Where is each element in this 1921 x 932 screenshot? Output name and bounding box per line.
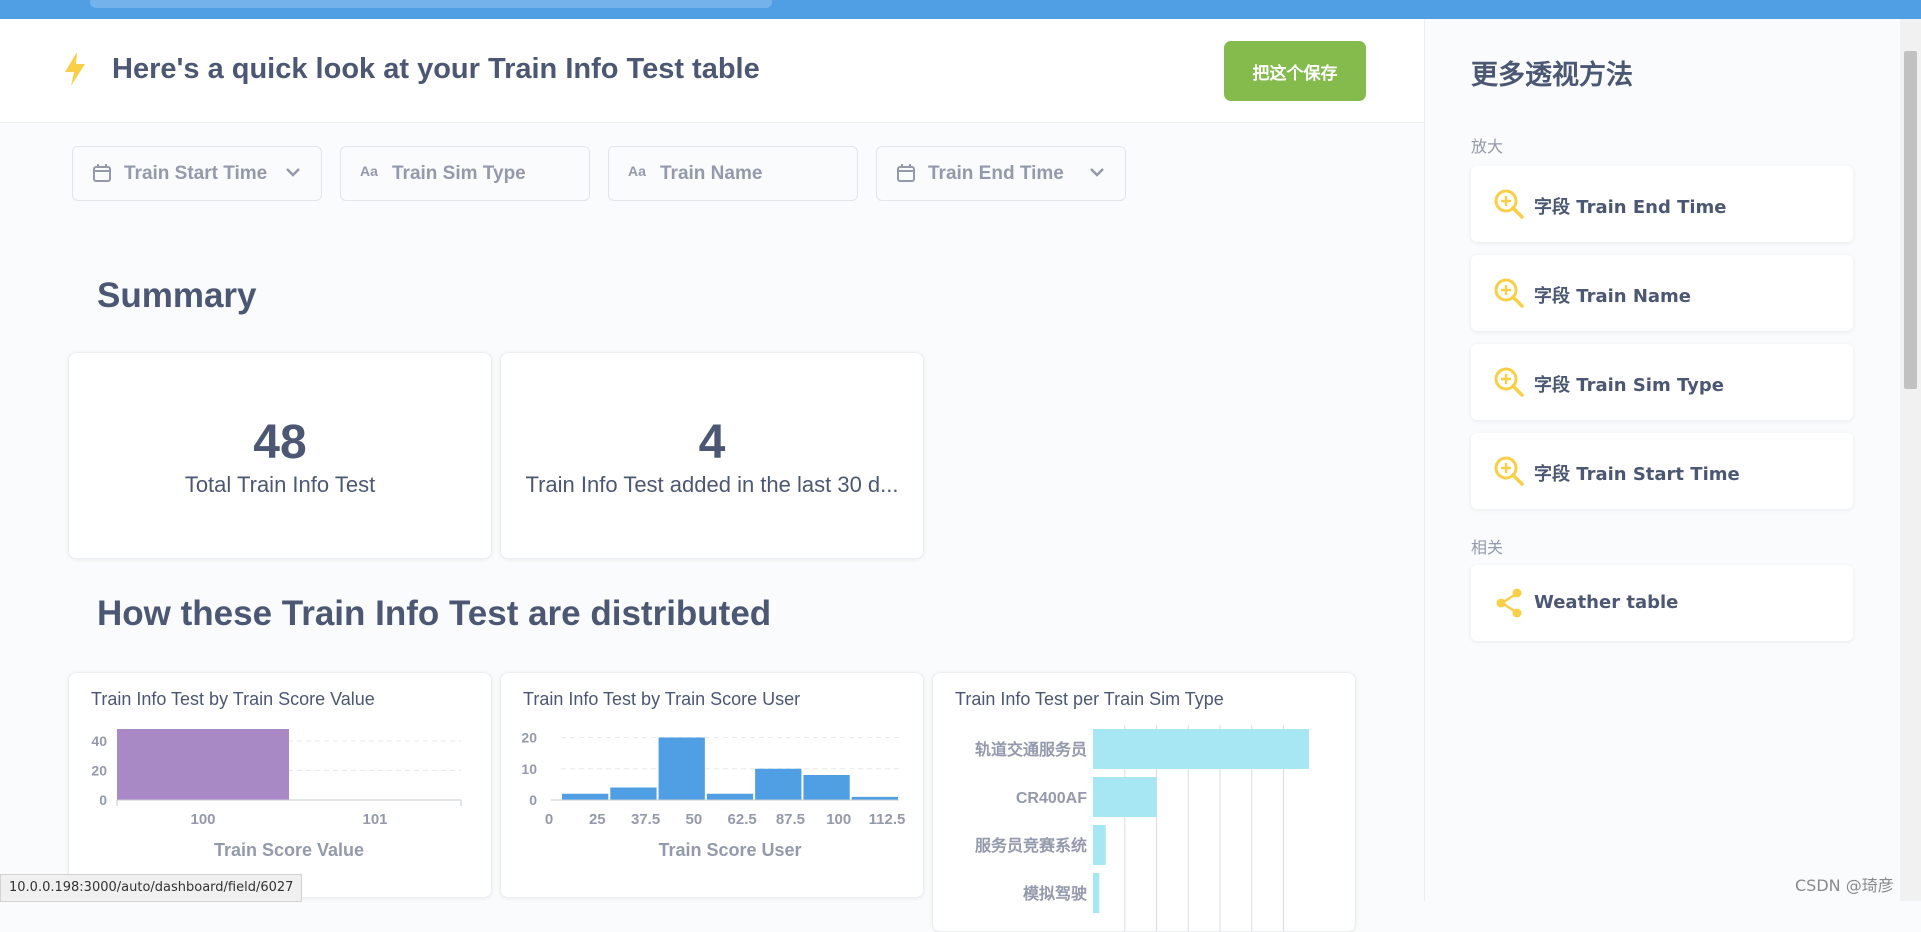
zoom-section-label: 放大 <box>1471 137 1504 156</box>
calendar-icon <box>93 164 111 182</box>
x-tick-label: 101 <box>362 811 387 828</box>
save-button[interactable]: 把这个保存 <box>1224 41 1366 101</box>
y-tick-label: 模拟驾驶 <box>1023 884 1087 903</box>
x-tick-label: 62.5 <box>728 811 757 828</box>
sidebar: 更多透视方法 放大 字段 Train End Time 字段 Train Nam… <box>1424 19 1921 901</box>
page-scrollbar[interactable] <box>1900 19 1921 901</box>
x-tick-label: 37.5 <box>631 811 660 828</box>
x-tick-label: 50 <box>686 811 703 828</box>
y-tick-label: 0 <box>99 792 107 808</box>
chevron-down-icon[interactable] <box>285 166 301 178</box>
histogram-score-value: 0 20 40 100 101 Train Score Value <box>91 729 462 860</box>
stat-value: 4 <box>698 416 726 469</box>
y-tick-label: 20 <box>91 762 107 778</box>
bar <box>803 775 850 800</box>
x-axis-label: Train Score User <box>658 840 801 860</box>
page-title: Here's a quick look at your Train Info T… <box>112 53 760 85</box>
x-tick-label: 112.5 <box>869 811 906 828</box>
bar <box>1093 873 1100 913</box>
y-tick-label: 20 <box>521 730 537 746</box>
sidebar-item-train-start-time[interactable]: 字段 Train Start Time <box>1471 433 1853 509</box>
browser-status-bar: 10.0.0.198:3000/auto/dashboard/field/602… <box>0 874 303 902</box>
bar <box>755 768 802 800</box>
chart-card-score-user[interactable]: Train Info Test by Train Score User 0 10 2… <box>500 672 924 898</box>
x-tick-label: 87.5 <box>776 811 805 828</box>
share-icon <box>1496 588 1522 618</box>
x-tick-label: 100 <box>826 811 851 828</box>
text-type-icon: Aa <box>360 163 378 179</box>
zoom-in-icon <box>1494 189 1524 219</box>
chart-card-sim-type[interactable]: Train Info Test per Train Sim Type 轨道交通服… <box>932 672 1356 932</box>
chart-card-score-value[interactable]: Train Info Test by Train Score Value 0 20… <box>68 672 492 898</box>
watermark: CSDN @琦彦 <box>1795 876 1894 895</box>
filter-label: Train Sim Type <box>392 163 526 184</box>
filter-label: Train Start Time <box>124 163 268 184</box>
bar-chart-sim-type: 轨道交通服务员 CR400AF 服务员竞赛系统模拟驾驶 <box>975 725 1309 931</box>
y-tick-label: 服务员竞赛系统 <box>975 836 1087 855</box>
related-section-label: 相关 <box>1471 538 1504 557</box>
stat-label: Train Info Test added in the last 30 d..… <box>525 472 899 497</box>
filter-label: Train Name <box>660 163 763 184</box>
sidebar-item-label: 字段 Train Start Time <box>1534 464 1740 485</box>
sidebar-item-train-name[interactable]: 字段 Train Name <box>1471 255 1853 331</box>
distribution-heading: How these Train Info Test are distribute… <box>97 594 772 633</box>
x-tick-label: 100 <box>190 811 215 828</box>
text-type-icon: Aa <box>628 163 646 179</box>
filter-train-sim-type[interactable]: Aa Train Sim Type <box>340 146 590 201</box>
y-tick-label: CR400AF <box>1016 790 1087 807</box>
stat-card-total[interactable]: 48 Total Train Info Test <box>68 352 492 559</box>
sidebar-title: 更多透视方法 <box>1471 60 1633 91</box>
sidebar-item-label: 字段 Train Name <box>1534 286 1692 307</box>
y-tick-label: 轨道交通服务员 <box>975 740 1087 759</box>
bar <box>1093 729 1309 769</box>
y-tick-label: 10 <box>521 761 537 777</box>
scrollbar-thumb[interactable] <box>1904 51 1917 389</box>
filter-train-end-time[interactable]: Train End Time <box>876 146 1126 201</box>
chevron-down-icon[interactable] <box>1089 166 1105 178</box>
x-tick-label: 25 <box>589 811 606 828</box>
sidebar-item-label: 字段 Train End Time <box>1534 197 1727 218</box>
y-tick-label: 0 <box>529 792 537 808</box>
histogram-score-user: 0 10 20 0 25 37.5 50 62.5 87.5 100 112.5 Train Scor… <box>521 730 906 861</box>
page-header: Here's a quick look at your Train Info T… <box>0 19 1424 123</box>
bar <box>706 793 754 800</box>
bar <box>562 793 609 800</box>
filter-train-name[interactable]: Aa Train Name <box>608 146 858 201</box>
x-axis-label: Train Score Value <box>214 840 364 860</box>
sidebar-item-label: 字段 Train Sim Type <box>1534 375 1724 396</box>
sidebar-item-weather-table[interactable]: Weather table <box>1471 565 1853 641</box>
sidebar-item-train-sim-type[interactable]: 字段 Train Sim Type <box>1471 344 1853 420</box>
sidebar-item-label: Weather table <box>1534 592 1679 613</box>
zoom-in-icon <box>1494 367 1524 397</box>
bar <box>1093 825 1106 865</box>
main-content: Here's a quick look at your Train Info T… <box>0 19 1424 932</box>
stat-label: Total Train Info Test <box>184 472 376 497</box>
zoom-in-icon <box>1494 456 1524 486</box>
bar <box>1093 777 1157 817</box>
x-tick-label: 0 <box>545 811 553 828</box>
stat-card-recent[interactable]: 4 Train Info Test added in the last 30 d… <box>500 352 924 559</box>
search-bar[interactable] <box>90 0 772 8</box>
filter-train-start-time[interactable]: Train Start Time <box>72 146 322 201</box>
sidebar-item-train-end-time[interactable]: 字段 Train End Time <box>1471 166 1853 242</box>
top-nav-bar <box>0 0 1921 19</box>
stat-value: 48 <box>253 416 307 469</box>
zoom-in-icon <box>1494 278 1524 308</box>
filter-label: Train End Time <box>928 163 1064 184</box>
calendar-icon <box>897 164 915 182</box>
bar <box>658 737 705 800</box>
summary-heading: Summary <box>97 276 257 315</box>
y-tick-label: 40 <box>91 733 107 749</box>
bolt-icon <box>65 52 85 86</box>
bar <box>117 729 289 800</box>
bar <box>610 787 657 800</box>
